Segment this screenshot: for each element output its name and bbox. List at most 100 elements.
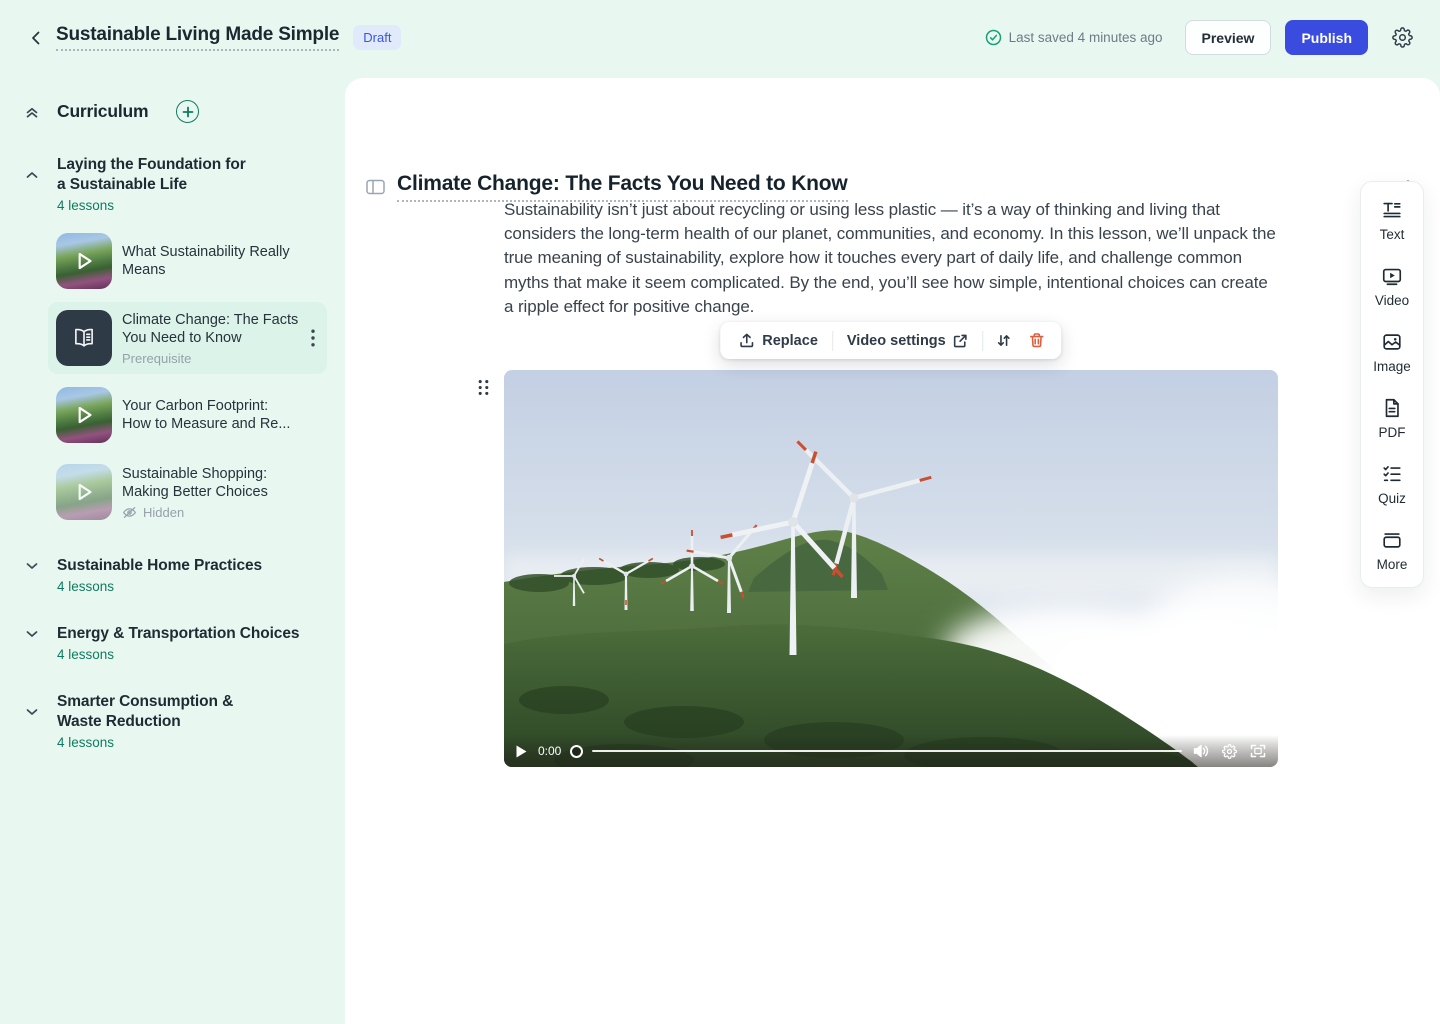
block-palette: Text Video Image PDF Quiz More: [1360, 181, 1424, 588]
lesson-item[interactable]: What Sustainability Really Means: [48, 225, 327, 297]
section-header[interactable]: Sustainable Home Practices: [24, 556, 327, 576]
lesson-editor: Climate Change: The Facts You Need to Kn…: [345, 78, 1440, 1024]
quiz-block-icon: [1381, 463, 1403, 485]
play-icon: [56, 233, 112, 289]
video-block-toolbar: Replace Video settings: [720, 322, 1061, 359]
curriculum-sidebar: Curriculum Laying the Foundation for a S…: [0, 75, 345, 1024]
saved-check-icon: [985, 29, 1002, 46]
hidden-label: Hidden: [143, 505, 184, 520]
add-section-button[interactable]: [176, 100, 199, 123]
add-pdf-block-button[interactable]: PDF: [1361, 397, 1423, 440]
add-quiz-block-button[interactable]: Quiz: [1361, 463, 1423, 506]
chevron-down-icon: [24, 558, 40, 574]
last-saved-text: Last saved 4 minutes ago: [1009, 30, 1163, 45]
curriculum-section: Laying the Foundation for a Sustainable …: [24, 155, 327, 528]
trash-icon: [1029, 332, 1046, 349]
palette-label: PDF: [1379, 425, 1406, 440]
video-thumbnail: [56, 233, 112, 289]
play-icon: [56, 387, 112, 443]
current-time: 0:00: [538, 744, 561, 758]
lesson-title: What Sustainability Really Means: [122, 243, 290, 280]
section-title: Smarter Consumption & Waste Reduction: [57, 692, 271, 732]
lesson-title: Sustainable Shopping: Making Better Choi…: [122, 465, 294, 502]
course-title[interactable]: Sustainable Living Made Simple: [56, 24, 339, 51]
play-button[interactable]: [514, 745, 529, 758]
gear-icon: [1222, 744, 1237, 759]
volume-button[interactable]: [1191, 744, 1211, 758]
topbar-actions: Last saved 4 minutes ago Preview Publish: [985, 20, 1418, 55]
play-icon: [516, 745, 527, 758]
progress-bar[interactable]: [592, 750, 1182, 753]
lesson-title: Your Carbon Footprint: How to Measure an…: [122, 397, 292, 434]
more-block-icon: [1381, 529, 1403, 551]
curriculum-header: Curriculum: [24, 100, 327, 123]
section-header[interactable]: Laying the Foundation for a Sustainable …: [24, 155, 327, 195]
fullscreen-button[interactable]: [1248, 744, 1268, 758]
add-text-block-button[interactable]: Text: [1361, 199, 1423, 242]
section-header[interactable]: Smarter Consumption & Waste Reduction: [24, 692, 327, 732]
settings-button[interactable]: [1386, 22, 1418, 54]
palette-label: Image: [1373, 359, 1411, 374]
volume-icon: [1193, 744, 1209, 758]
replace-button[interactable]: Replace: [728, 326, 828, 355]
palette-label: More: [1377, 557, 1408, 572]
kebab-icon: [311, 329, 315, 347]
publish-button[interactable]: Publish: [1285, 20, 1368, 55]
player-settings-button[interactable]: [1220, 744, 1239, 759]
divider: [983, 331, 984, 351]
scrubber-handle[interactable]: [570, 745, 583, 758]
video-thumbnail: [56, 464, 112, 520]
lesson-intro-paragraph[interactable]: Sustainability isn’t just about recyclin…: [504, 198, 1280, 319]
video-controls-bar: 0:00: [504, 735, 1278, 767]
reorder-block-button[interactable]: [988, 326, 1021, 355]
video-player[interactable]: 0:00: [504, 370, 1278, 767]
chevron-down-icon: [24, 704, 40, 720]
play-icon: [56, 464, 112, 520]
video-settings-label: Video settings: [847, 333, 946, 349]
open-book-icon: [71, 325, 97, 351]
wind-farm-video-frame: [504, 370, 1278, 767]
palette-label: Quiz: [1378, 491, 1406, 506]
lesson-list: What Sustainability Really Means Climate…: [24, 225, 327, 528]
chevron-down-icon: [24, 626, 40, 642]
external-link-icon: [953, 333, 969, 349]
save-status: Last saved 4 minutes ago: [985, 29, 1163, 46]
delete-block-button[interactable]: [1021, 326, 1054, 355]
lesson-meta: Hidden: [122, 505, 319, 520]
eye-off-icon: [122, 505, 137, 520]
fullscreen-icon: [1250, 744, 1266, 758]
block-drag-handle[interactable]: [475, 377, 492, 398]
section-lesson-count: 4 lessons: [57, 735, 327, 750]
lesson-item[interactable]: Your Carbon Footprint: How to Measure an…: [48, 379, 327, 451]
preview-button[interactable]: Preview: [1185, 20, 1272, 55]
more-blocks-button[interactable]: More: [1361, 529, 1423, 572]
toggle-sidebar-button[interactable]: [362, 175, 389, 199]
add-video-block-button[interactable]: Video: [1361, 265, 1423, 308]
lesson-title: Climate Change: The Facts You Need to Kn…: [122, 311, 300, 348]
lesson-meta: Prerequisite: [122, 351, 297, 366]
lesson-item-selected[interactable]: Climate Change: The Facts You Need to Kn…: [48, 302, 327, 374]
section-lesson-count: 4 lessons: [57, 198, 327, 213]
section-title: Laying the Foundation for a Sustainable …: [57, 155, 253, 195]
lesson-item-hidden[interactable]: Sustainable Shopping: Making Better Choi…: [48, 456, 327, 528]
section-title: Sustainable Home Practices: [57, 556, 262, 576]
section-title: Energy & Transportation Choices: [57, 624, 299, 644]
lesson-menu-button[interactable]: [307, 325, 319, 351]
video-settings-button[interactable]: Video settings: [837, 327, 979, 355]
double-chevron-up-icon: [24, 104, 40, 120]
palette-label: Text: [1380, 227, 1405, 242]
panel-toggle-icon: [366, 179, 385, 195]
section-header[interactable]: Energy & Transportation Choices: [24, 624, 327, 644]
replace-label: Replace: [762, 333, 818, 349]
status-badge: Draft: [353, 25, 401, 50]
collapse-all-button[interactable]: [24, 104, 40, 120]
pdf-block-icon: [1381, 397, 1403, 419]
video-thumbnail: [56, 387, 112, 443]
divider: [832, 331, 833, 351]
back-button[interactable]: [22, 24, 50, 52]
curriculum-section: Smarter Consumption & Waste Reduction 4 …: [24, 692, 327, 750]
add-image-block-button[interactable]: Image: [1361, 331, 1423, 374]
curriculum-section: Sustainable Home Practices 4 lessons: [24, 556, 327, 594]
plus-icon: [182, 106, 194, 118]
curriculum-section: Energy & Transportation Choices 4 lesson…: [24, 624, 327, 662]
